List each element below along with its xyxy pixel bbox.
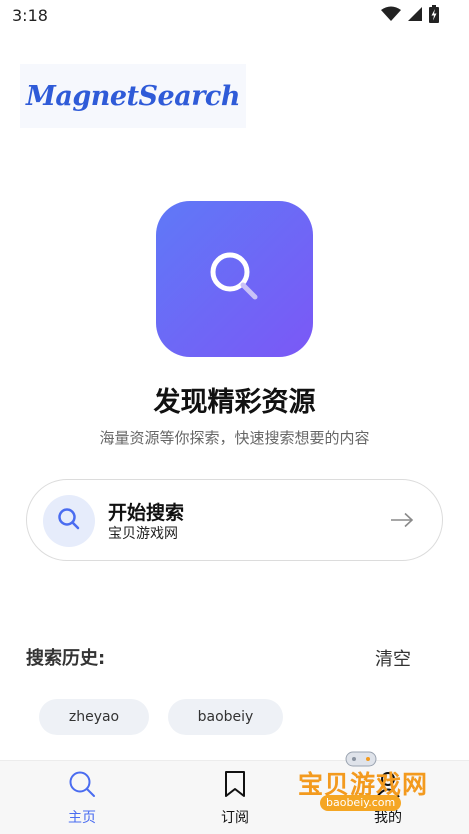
history-chip[interactable]: baobeiy — [168, 699, 283, 735]
battery-charging-icon — [429, 5, 439, 27]
hero-subtitle: 海量资源等你探索，快速搜索想要的内容 — [99, 429, 370, 447]
search-title: 开始搜索 — [108, 502, 185, 524]
history-chip[interactable]: zheyao — [39, 699, 149, 735]
hero-search-icon-tile — [156, 201, 313, 357]
history-label: 搜索历史: — [26, 648, 106, 669]
signal-icon — [407, 6, 423, 26]
wifi-icon — [381, 6, 401, 26]
nav-item-home[interactable]: 主页 — [4, 761, 160, 834]
search-icon — [57, 507, 81, 535]
clear-history-button[interactable]: 清空 — [375, 645, 411, 671]
nav-label-subscribe: 订阅 — [221, 810, 249, 826]
bookmark-icon — [223, 770, 247, 802]
status-bar: 3:18 — [0, 0, 469, 34]
nav-item-subscribe[interactable]: 订阅 — [157, 761, 313, 834]
nav-label-home: 主页 — [68, 810, 96, 826]
search-input[interactable] — [108, 523, 348, 543]
search-icon-circle — [43, 495, 95, 547]
search-icon — [68, 770, 96, 802]
arrow-right-icon[interactable] — [390, 512, 414, 532]
status-time: 3:18 — [12, 6, 48, 25]
watermark: 宝贝游戏网 baobeiy.com — [296, 748, 436, 818]
search-card[interactable]: 开始搜索 — [26, 479, 443, 561]
watermark-url: baobeiy.com — [320, 795, 402, 811]
hero-title: 发现精彩资源 — [153, 387, 316, 418]
status-icons — [381, 5, 439, 27]
logo-text: MagnetSearch — [25, 80, 241, 112]
search-icon — [209, 251, 261, 307]
app-logo: MagnetSearch — [20, 64, 246, 128]
